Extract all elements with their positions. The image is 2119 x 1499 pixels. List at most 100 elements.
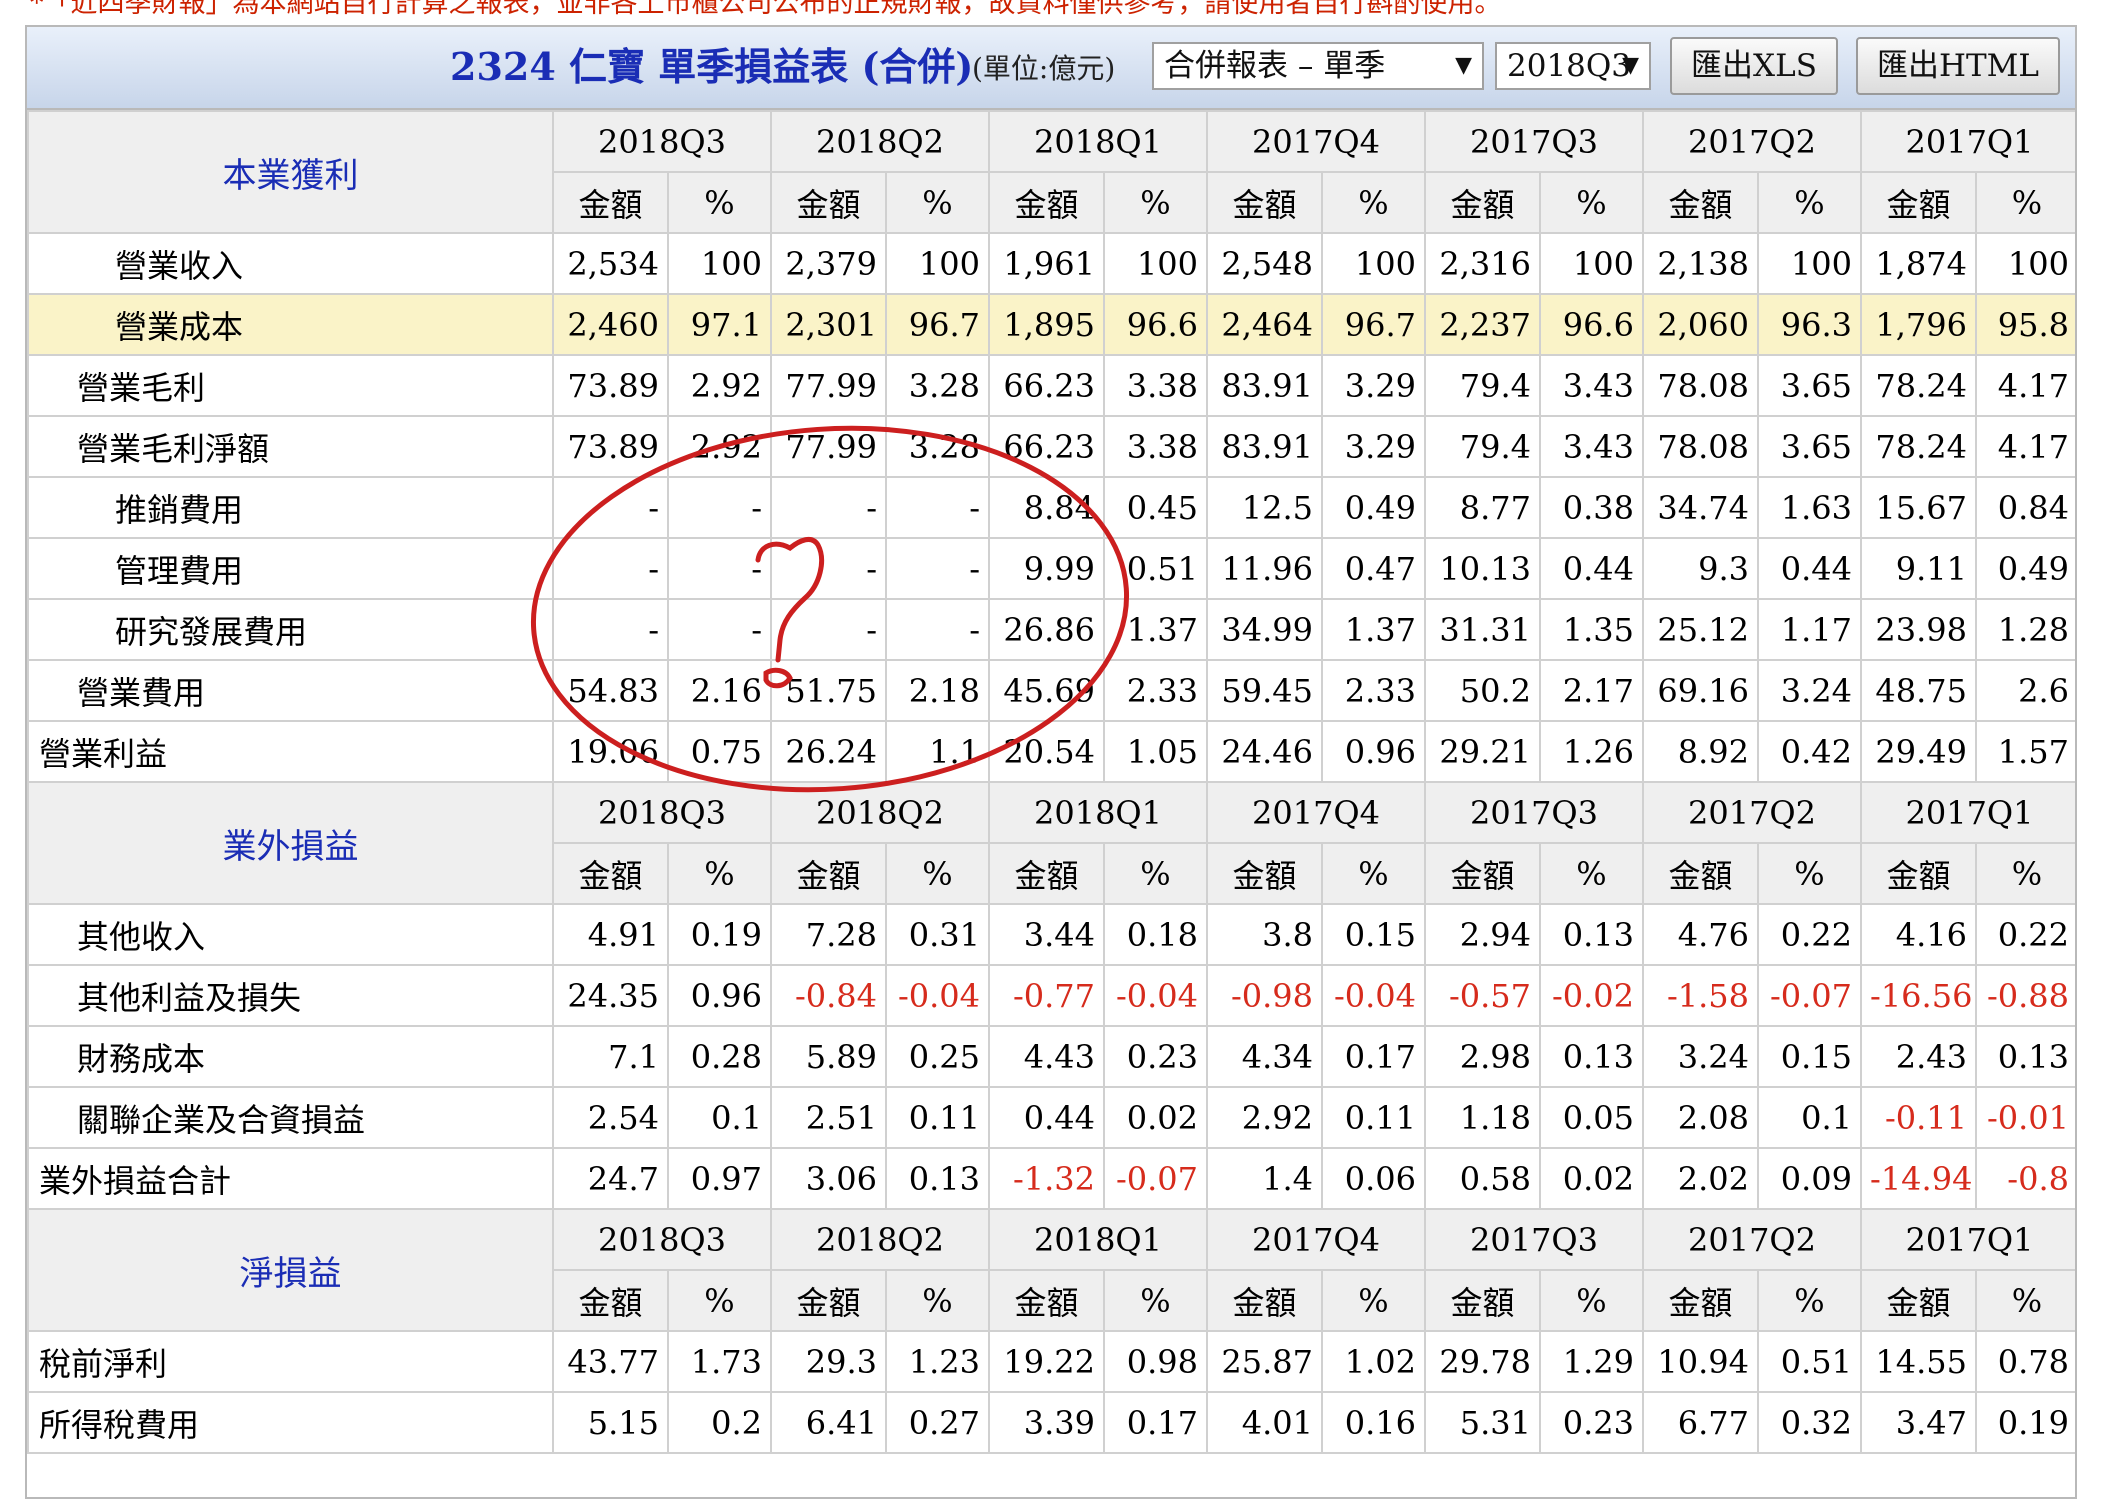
- section-title: 淨損益: [27, 1208, 554, 1332]
- percent-cell: 96.6: [1539, 293, 1644, 356]
- percent-cell: 0.2: [667, 1391, 772, 1454]
- percent-header: %: [1321, 842, 1426, 905]
- amount-cell: 19.22: [988, 1330, 1105, 1393]
- percent-cell: 0.16: [1321, 1391, 1426, 1454]
- amount-cell: 2.92: [1206, 1086, 1323, 1149]
- percent-cell: 96.7: [885, 293, 990, 356]
- amount-cell: -0.77: [988, 964, 1105, 1027]
- percent-cell: 3.28: [885, 415, 990, 478]
- percent-cell: 0.22: [1757, 903, 1862, 966]
- amount-cell: 1.4: [1206, 1147, 1323, 1210]
- percent-cell: 0.25: [885, 1025, 990, 1088]
- period-header: 2017Q1: [1860, 781, 2075, 844]
- percent-cell: 0.11: [1321, 1086, 1426, 1149]
- percent-cell: 3.29: [1321, 354, 1426, 417]
- percent-cell: 2.6: [1975, 659, 2075, 722]
- table-row: 財務成本 7.1 0.28 5.89 0.25 4.43 0.23 4.34 0.17 2.98 0…: [27, 1025, 2075, 1088]
- percent-cell: 1.29: [1539, 1330, 1644, 1393]
- amount-cell: 78.08: [1642, 415, 1759, 478]
- amount-cell: 4.34: [1206, 1025, 1323, 1088]
- percent-cell: 3.43: [1539, 415, 1644, 478]
- amount-cell: 48.75: [1860, 659, 1977, 722]
- amount-cell: 2,316: [1424, 232, 1541, 295]
- amount-cell: 2,237: [1424, 293, 1541, 356]
- percent-cell: 0.49: [1321, 476, 1426, 539]
- amount-header: 金額: [1860, 171, 1977, 234]
- table-row: 稅前淨利 43.77 1.73 29.3 1.23 19.22 0.98 25.87 1.02 2…: [27, 1330, 2075, 1393]
- percent-cell: 4.17: [1975, 415, 2075, 478]
- period-select[interactable]: 2018Q3 ▼: [1495, 42, 1651, 90]
- percent-cell: -0.07: [1103, 1147, 1208, 1210]
- percent-cell: 1.26: [1539, 720, 1644, 783]
- amount-cell: 77.99: [770, 415, 887, 478]
- amount-cell: 2.08: [1642, 1086, 1759, 1149]
- amount-cell: 5.89: [770, 1025, 887, 1088]
- amount-cell: -: [552, 598, 669, 661]
- percent-cell: 0.98: [1103, 1330, 1208, 1393]
- percent-cell: 100: [1103, 232, 1208, 295]
- amount-cell: -0.57: [1424, 964, 1541, 1027]
- amount-cell: 51.75: [770, 659, 887, 722]
- period-header: 2018Q2: [770, 110, 990, 173]
- row-label: 研究發展費用: [27, 598, 554, 661]
- row-label: 營業毛利: [27, 354, 554, 417]
- amount-cell: 2,138: [1642, 232, 1759, 295]
- amount-cell: 3.8: [1206, 903, 1323, 966]
- percent-cell: -0.04: [1103, 964, 1208, 1027]
- amount-cell: 78.24: [1860, 354, 1977, 417]
- period-header-row: 業外損益 2018Q3 2018Q2 2018Q1 2017Q4 2017Q3 2017Q2…: [27, 781, 2075, 905]
- table-row: 其他利益及損失 24.35 0.96 -0.84 -0.04 -0.77 -0.04 -0.9…: [27, 964, 2075, 1027]
- amount-header: 金額: [1860, 1269, 1977, 1332]
- amount-cell: 43.77: [552, 1330, 669, 1393]
- percent-header: %: [1539, 171, 1644, 234]
- amount-cell: 2,464: [1206, 293, 1323, 356]
- percent-header: %: [1321, 1269, 1426, 1332]
- amount-cell: 25.87: [1206, 1330, 1323, 1393]
- amount-cell: 24.46: [1206, 720, 1323, 783]
- row-label: 關聯企業及合資損益: [27, 1086, 554, 1149]
- amount-cell: 9.99: [988, 537, 1105, 600]
- percent-cell: 0.13: [1539, 903, 1644, 966]
- percent-cell: 96.3: [1757, 293, 1862, 356]
- amount-cell: 50.2: [1424, 659, 1541, 722]
- amount-cell: 2,534: [552, 232, 669, 295]
- amount-cell: 45.69: [988, 659, 1105, 722]
- period-header: 2018Q3: [552, 1208, 772, 1271]
- percent-cell: 100: [885, 232, 990, 295]
- amount-cell: 4.76: [1642, 903, 1759, 966]
- amount-cell: 3.24: [1642, 1025, 1759, 1088]
- percent-cell: 0.44: [1539, 537, 1644, 600]
- percent-cell: 2.16: [667, 659, 772, 722]
- amount-cell: 2,060: [1642, 293, 1759, 356]
- percent-cell: 1.1: [885, 720, 990, 783]
- row-label: 稅前淨利: [27, 1330, 554, 1393]
- export-html-button[interactable]: 匯出HTML: [1856, 37, 2060, 95]
- amount-cell: 26.86: [988, 598, 1105, 661]
- amount-cell: 5.15: [552, 1391, 669, 1454]
- percent-cell: -: [885, 598, 990, 661]
- amount-cell: -: [770, 476, 887, 539]
- table-row: 營業收入 2,534 100 2,379 100 1,961 100 2,548 100 2,31…: [27, 232, 2075, 295]
- table-row: 所得稅費用 5.15 0.2 6.41 0.27 3.39 0.17 4.01 0.16 5.31…: [27, 1391, 2075, 1454]
- amount-cell: 8.92: [1642, 720, 1759, 783]
- percent-cell: 0.06: [1321, 1147, 1426, 1210]
- percent-header: %: [667, 842, 772, 905]
- row-label: 其他利益及損失: [27, 964, 554, 1027]
- percent-header: %: [667, 1269, 772, 1332]
- amount-header: 金額: [988, 1269, 1105, 1332]
- amount-cell: 11.96: [1206, 537, 1323, 600]
- amount-cell: 78.08: [1642, 354, 1759, 417]
- amount-cell: 2.94: [1424, 903, 1541, 966]
- amount-cell: 6.41: [770, 1391, 887, 1454]
- percent-cell: 1.37: [1103, 598, 1208, 661]
- percent-cell: 0.13: [1539, 1025, 1644, 1088]
- export-xls-button[interactable]: 匯出XLS: [1670, 37, 1838, 95]
- row-label: 營業毛利淨額: [27, 415, 554, 478]
- percent-cell: 0.27: [885, 1391, 990, 1454]
- amount-cell: 3.06: [770, 1147, 887, 1210]
- page-title: 2324 仁寶 單季損益表 (合併): [450, 44, 974, 89]
- report-type-select[interactable]: 合併報表 – 單季 ▼: [1152, 42, 1484, 90]
- percent-cell: 2.92: [667, 415, 772, 478]
- percent-cell: 1.57: [1975, 720, 2075, 783]
- amount-cell: -14.94: [1860, 1147, 1977, 1210]
